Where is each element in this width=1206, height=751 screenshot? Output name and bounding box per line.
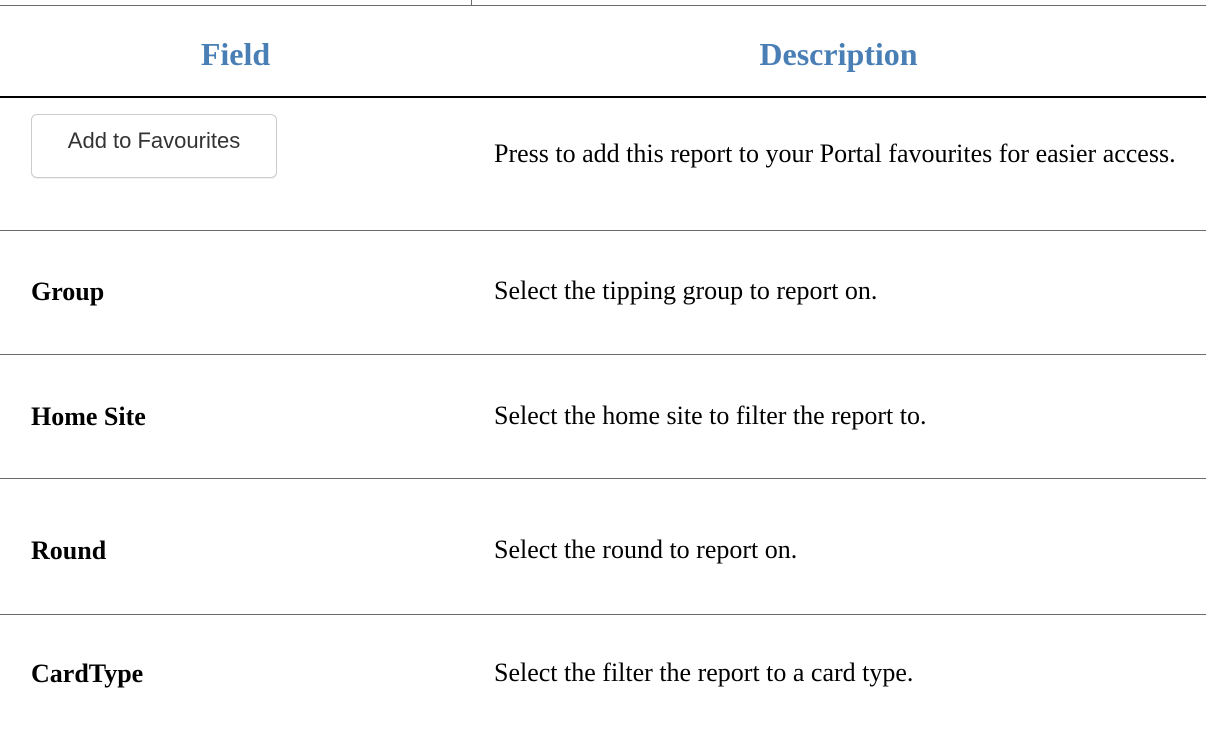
field-label-group: Group bbox=[31, 277, 105, 306]
add-to-favourites-button[interactable]: Add to Favourites bbox=[31, 114, 277, 178]
column-divider-tick bbox=[471, 0, 472, 5]
row-rule bbox=[0, 478, 1206, 479]
field-description-group: Select the tipping group to report on. bbox=[494, 276, 878, 305]
field-label-round: Round bbox=[31, 536, 107, 565]
header-description: Description bbox=[759, 36, 918, 72]
field-description-round: Select the round to report on. bbox=[494, 535, 798, 564]
field-description-cardtype: Select the filter the report to a card t… bbox=[494, 658, 914, 687]
field-label-home-site: Home Site bbox=[31, 402, 146, 431]
add-to-favourites-description: Press to add this report to your Portal … bbox=[494, 139, 1176, 168]
row-rule bbox=[0, 230, 1206, 231]
row-rule bbox=[0, 354, 1206, 355]
row-rule bbox=[0, 614, 1206, 615]
table-header: Field Description bbox=[0, 6, 1206, 96]
field-label-cardtype: CardType bbox=[31, 659, 144, 688]
field-description-home-site: Select the home site to filter the repor… bbox=[494, 401, 927, 430]
header-rule bbox=[0, 96, 1206, 98]
header-field: Field bbox=[200, 36, 271, 72]
